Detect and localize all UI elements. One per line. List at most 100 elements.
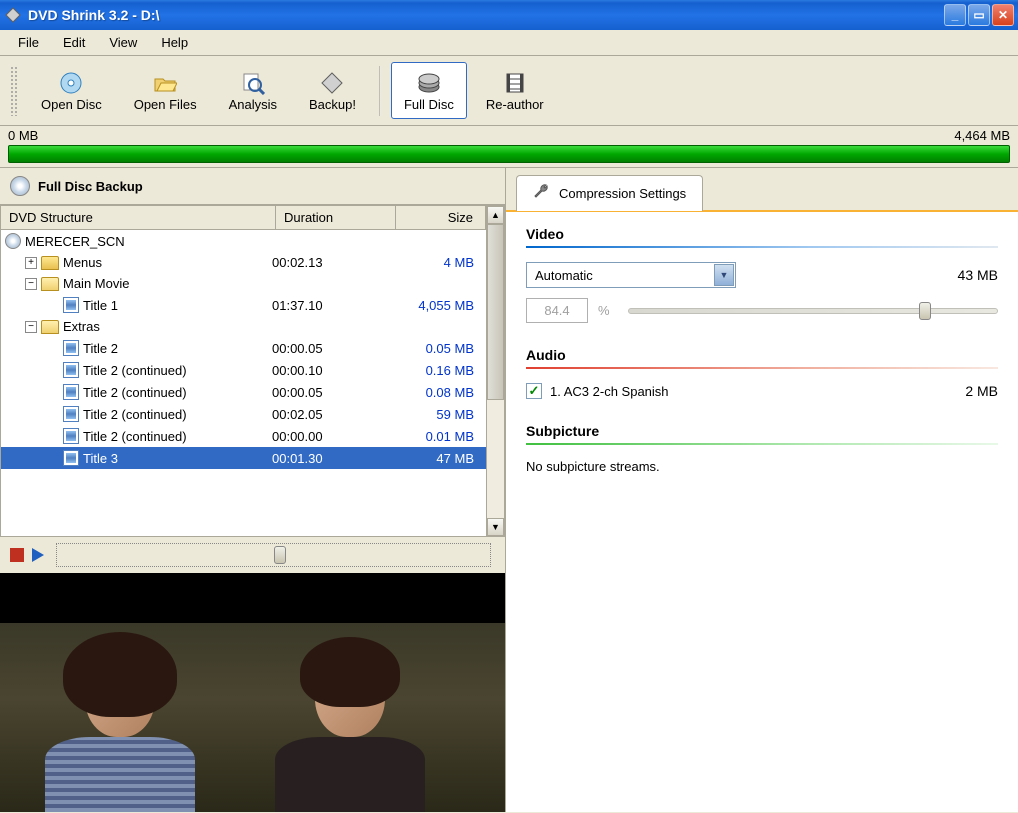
- scroll-down-icon[interactable]: ▼: [487, 518, 504, 536]
- title-icon: [63, 384, 79, 400]
- scroll-up-icon[interactable]: ▲: [487, 206, 504, 224]
- film-icon: [503, 69, 527, 97]
- compression-slider[interactable]: [628, 308, 998, 314]
- tree-row-title1[interactable]: Title 1 01:37.10 4,055 MB: [1, 294, 486, 316]
- open-files-button[interactable]: Open Files: [121, 62, 210, 119]
- disc-small-icon: [10, 176, 30, 196]
- title1-label: Title 1: [83, 298, 118, 313]
- main-movie-label: Main Movie: [63, 276, 129, 291]
- toolbar: Open Disc Open Files Analysis Backup! Fu…: [0, 56, 1018, 126]
- backup-button[interactable]: Backup!: [296, 62, 369, 119]
- audio-track-checkbox[interactable]: ✓: [526, 383, 542, 399]
- maximize-button[interactable]: ▭: [968, 4, 990, 26]
- menu-help[interactable]: Help: [151, 32, 198, 53]
- open-disc-button[interactable]: Open Disc: [28, 62, 115, 119]
- tree-row-title2[interactable]: Title 2 00:00.05 0.05 MB: [1, 337, 486, 359]
- tabs-row: Compression Settings: [506, 168, 1018, 212]
- tree-row-title2d[interactable]: Title 2 (continued) 00:02.05 59 MB: [1, 403, 486, 425]
- tree-row-title2e[interactable]: Title 2 (continued) 00:00.00 0.01 MB: [1, 425, 486, 447]
- analysis-button[interactable]: Analysis: [216, 62, 290, 119]
- dvd-structure-tree: DVD Structure Duration Size MERECER_SCN …: [0, 205, 505, 537]
- title3-label: Title 3: [83, 451, 118, 466]
- tree-row-title2b[interactable]: Title 2 (continued) 00:00.10 0.16 MB: [1, 359, 486, 381]
- menu-view[interactable]: View: [99, 32, 147, 53]
- title2b-duration: 00:00.10: [272, 363, 392, 378]
- app-icon: [4, 6, 22, 24]
- close-button[interactable]: ✕: [992, 4, 1014, 26]
- sizebar-max-label: 4,464 MB: [954, 128, 1010, 143]
- subpicture-none-text: No subpicture streams.: [526, 459, 998, 474]
- tree-row-title2c[interactable]: Title 2 (continued) 00:00.05 0.08 MB: [1, 381, 486, 403]
- preview-slider[interactable]: [56, 543, 491, 567]
- collapse-icon[interactable]: −: [25, 278, 37, 290]
- stop-button[interactable]: [10, 548, 24, 562]
- reauthor-button[interactable]: Re-author: [473, 62, 557, 119]
- title2-duration: 00:00.05: [272, 341, 392, 356]
- menus-duration: 00:02.13: [272, 255, 392, 270]
- play-button[interactable]: [32, 548, 44, 562]
- title2e-label: Title 2 (continued): [83, 429, 187, 444]
- slider-thumb[interactable]: [919, 302, 931, 320]
- title-icon: [63, 406, 79, 422]
- chevron-down-icon[interactable]: ▼: [714, 264, 734, 286]
- title3-duration: 00:01.30: [272, 451, 392, 466]
- sizebar: 0 MB 4,464 MB: [0, 126, 1018, 168]
- full-disc-button[interactable]: Full Disc: [391, 62, 467, 119]
- tab-compression-settings[interactable]: Compression Settings: [516, 175, 703, 211]
- title-icon: [63, 297, 79, 313]
- tree-column-headers: DVD Structure Duration Size: [1, 206, 486, 230]
- analysis-label: Analysis: [229, 97, 277, 112]
- tree-row-root[interactable]: MERECER_SCN: [1, 230, 486, 252]
- disc-small-icon: [5, 233, 21, 249]
- video-section-title: Video: [526, 226, 998, 242]
- toolbar-handle[interactable]: [10, 66, 18, 116]
- col-duration[interactable]: Duration: [276, 206, 396, 229]
- open-disc-label: Open Disc: [41, 97, 102, 112]
- extras-label: Extras: [63, 319, 100, 334]
- slider-thumb[interactable]: [274, 546, 286, 564]
- sizebar-min-label: 0 MB: [8, 128, 38, 143]
- folder-open-icon: [41, 277, 59, 291]
- subpicture-section-title: Subpicture: [526, 423, 998, 439]
- full-disc-label: Full Disc: [404, 97, 454, 112]
- scroll-thumb[interactable]: [487, 224, 504, 400]
- scroll-track[interactable]: [487, 224, 504, 518]
- menu-edit[interactable]: Edit: [53, 32, 95, 53]
- discs-icon: [417, 69, 441, 97]
- root-label: MERECER_SCN: [25, 234, 125, 249]
- video-mode-select[interactable]: Automatic ▼: [526, 262, 736, 288]
- title2b-size: 0.16 MB: [392, 363, 482, 378]
- title2e-duration: 00:00.00: [272, 429, 392, 444]
- window-buttons: _ ▭ ✕: [944, 4, 1014, 26]
- reauthor-label: Re-author: [486, 97, 544, 112]
- preview-video: [0, 573, 505, 812]
- title2c-label: Title 2 (continued): [83, 385, 187, 400]
- full-disc-backup-title: Full Disc Backup: [38, 179, 143, 194]
- title-icon: [63, 362, 79, 378]
- tree-row-menus[interactable]: +Menus 00:02.13 4 MB: [1, 252, 486, 273]
- collapse-icon[interactable]: −: [25, 321, 37, 333]
- magnifier-icon: [241, 69, 265, 97]
- menus-size: 4 MB: [392, 255, 482, 270]
- main-area: Full Disc Backup DVD Structure Duration …: [0, 168, 1018, 812]
- title2e-size: 0.01 MB: [392, 429, 482, 444]
- tree-row-main-movie[interactable]: − Main Movie: [1, 273, 486, 294]
- tree-scrollbar[interactable]: ▲ ▼: [486, 206, 504, 536]
- settings-body: Video Automatic ▼ 43 MB 84.4 % Audio ✓: [506, 212, 1018, 488]
- tree-row-title3[interactable]: Title 3 00:01.30 47 MB: [1, 447, 486, 469]
- tree-row-extras[interactable]: − Extras: [1, 316, 486, 337]
- audio-section-title: Audio: [526, 347, 998, 363]
- left-section-header: Full Disc Backup: [0, 168, 505, 205]
- open-files-label: Open Files: [134, 97, 197, 112]
- menu-file[interactable]: File: [8, 32, 49, 53]
- titlebar: DVD Shrink 3.2 - D:\ _ ▭ ✕: [0, 0, 1018, 30]
- right-pane: Compression Settings Video Automatic ▼ 4…: [506, 168, 1018, 812]
- title1-duration: 01:37.10: [272, 298, 392, 313]
- disc-icon: [59, 69, 83, 97]
- col-size[interactable]: Size: [396, 206, 486, 229]
- title2c-duration: 00:00.05: [272, 385, 392, 400]
- col-structure[interactable]: DVD Structure: [1, 206, 276, 229]
- minimize-button[interactable]: _: [944, 4, 966, 26]
- folder-icon: [41, 256, 59, 270]
- expand-icon[interactable]: +: [25, 257, 37, 269]
